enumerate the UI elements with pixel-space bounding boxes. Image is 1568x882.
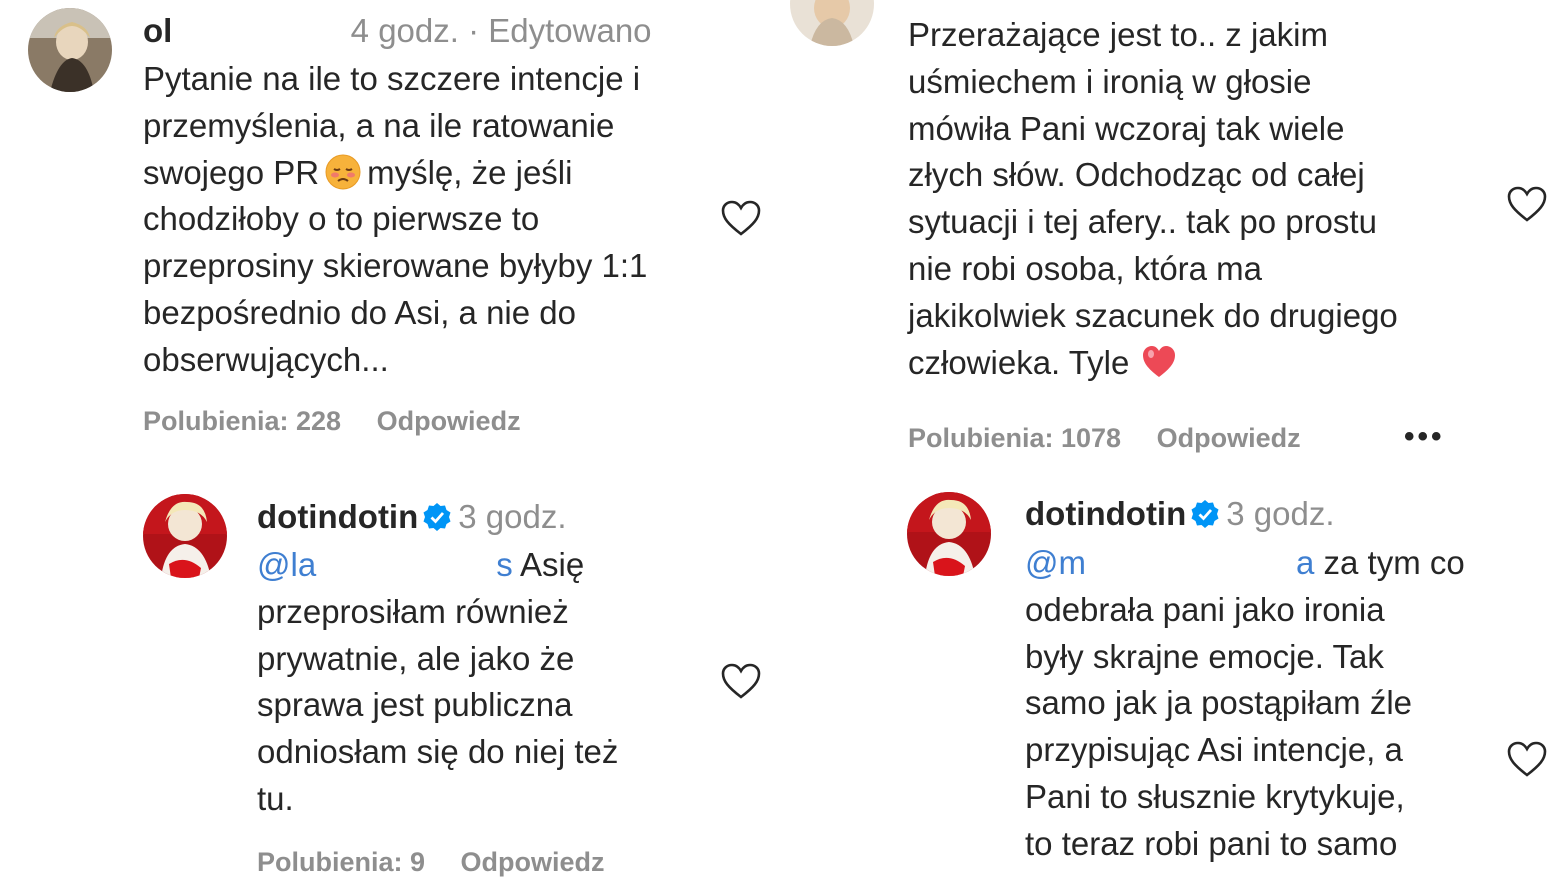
comment-line: złych słów. Odchodząc od całej [908,156,1365,194]
comment-line: jakikolwiek szacunek do drugiego [908,296,1398,334]
reply-header: dotindotin 3 godz. [257,497,567,537]
mention-link[interactable]: @la [257,546,316,583]
comment-line: człowieka. Tyle [908,340,1548,387]
reply-button[interactable]: Odpowiedz [377,406,521,436]
reply-line: Pani to słusznie krytykuje, [1025,777,1405,815]
like-heart-icon[interactable] [720,199,762,237]
reply-line: tu. [257,779,294,817]
reply-line: to teraz robi pani to samo [1025,824,1398,862]
comment-line: przemyślenia, a na ile ratowanie [143,106,615,144]
comment-line: chodziłoby o to pierwsze to [143,200,540,238]
sad-face-emoji-icon [325,154,361,190]
mention-link-end[interactable]: s [496,546,513,583]
reply-line: samo jak ja postąpiłam źle [1025,684,1413,722]
reply-time: 3 godz. [1226,495,1335,532]
reply-footer: Polubienia: 9 Odpowiedz [257,847,633,878]
reply-line: odniosłam się do niej też [257,733,619,771]
reply-line: prywatnie, ale jako że [257,639,575,677]
likes-count[interactable]: Polubienia: 228 [143,406,341,436]
pink-heart-emoji-icon [1141,344,1177,380]
comment-line: nie robi osoba, która ma [908,249,1263,287]
comment-line: swojego PR myślę, że jeśli [143,153,573,191]
reply-avatar[interactable] [143,494,227,578]
likes-count[interactable]: Polubienia: 9 [257,847,425,877]
reply-line: @m a za tym co [1025,544,1465,581]
comment-line: bezpośrednio do Asi, a nie do [143,293,576,331]
mention-link-end[interactable]: a [1296,544,1314,581]
comment-line: obserwujących... [143,340,389,378]
comment-text: Przerażające jest to.. z jakim uśmiechem… [908,12,1548,386]
reply-username[interactable]: dotindotin [257,498,418,535]
comment-line: Przerażające jest to.. z jakim [908,16,1328,53]
verified-badge-icon [422,501,452,531]
more-options-icon[interactable]: ••• [1404,420,1445,454]
like-heart-icon[interactable] [1506,185,1548,223]
edited-label: · Edytowano [468,12,652,49]
reply-line: odebrała pani jako ironia [1025,590,1385,628]
comment-line: uśmiechem i ironią w głosie [908,62,1312,100]
reply-line: @la s Asię [257,546,585,583]
reply-time: 3 godz. [458,498,567,535]
reply-button[interactable]: Odpowiedz [461,847,605,877]
reply-avatar[interactable] [907,492,991,576]
reply-username[interactable]: dotindotin [1025,495,1186,532]
comment-text: Pytanie na ile to szczere intencje i prz… [143,56,703,384]
reply-text: @la s Asię przeprosiłam również prywatnie… [257,542,717,823]
reply-line: przeprosiłam również [257,592,569,630]
comment-line: mówiła Pani wczoraj tak wiele [908,109,1345,147]
comment-line: sytuacji i tej afery.. tak po prostu [908,203,1377,241]
verified-badge-icon [1190,498,1220,528]
left-comment-column: ol 4 godz. · Edytowano Pytanie na ile to… [0,0,784,882]
comment-time: 4 godz. [350,12,459,49]
reply-line: sprawa jest publiczna [257,686,573,724]
reply-header: dotindotin 3 godz. [1025,494,1335,534]
likes-count[interactable]: Polubienia: 1078 [908,423,1121,453]
like-heart-icon[interactable] [720,662,762,700]
comment-header: ol 4 godz. · Edytowano [143,11,652,51]
like-heart-icon[interactable] [1506,740,1548,778]
reply-text: @m a za tym co odebrała pani jako ironia … [1025,540,1505,868]
right-comment-column: Przerażające jest to.. z jakim uśmiechem… [784,0,1568,882]
comment-line: Pytanie na ile to szczere intencje i [143,60,641,97]
reply-button[interactable]: Odpowiedz [1157,423,1301,453]
reply-line: były skrajne emocje. Tak [1025,637,1384,675]
comment-line: przeprosiny skierowane byłyby 1:1 [143,247,648,285]
commenter-avatar[interactable] [790,0,874,46]
comment-footer: Polubienia: 228 Odpowiedz [143,406,549,437]
mention-link[interactable]: @m [1025,544,1086,581]
comment-username[interactable]: ol [143,12,172,49]
commenter-avatar[interactable] [28,8,112,92]
comment-footer: Polubienia: 1078 Odpowiedz [908,423,1329,454]
reply-line: przypisując Asi intencje, a [1025,731,1403,769]
